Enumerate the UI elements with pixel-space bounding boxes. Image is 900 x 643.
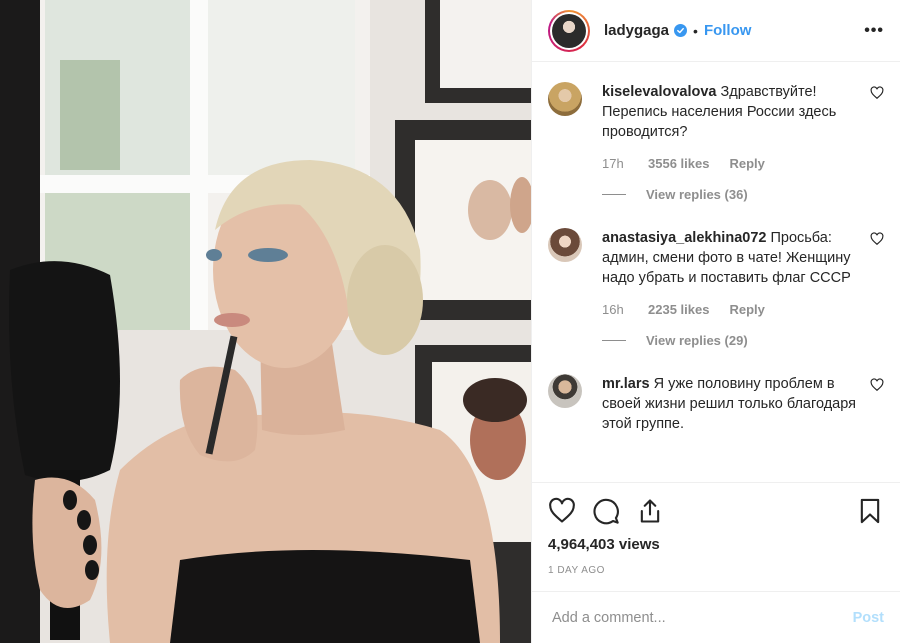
author-username[interactable]: ladygaga bbox=[604, 22, 669, 39]
view-replies-button[interactable]: View replies (36) bbox=[602, 187, 858, 202]
comments-list[interactable]: kiselevalovalova Здравствуйте! Перепись н… bbox=[532, 62, 900, 464]
reply-button[interactable]: Reply bbox=[729, 302, 764, 317]
commenter-avatar[interactable] bbox=[548, 374, 582, 408]
comment-body: kiselevalovalova Здравствуйте! Перепись н… bbox=[602, 82, 884, 202]
view-replies-button[interactable]: View replies (29) bbox=[602, 333, 858, 348]
comment-heart-icon[interactable] bbox=[870, 378, 884, 392]
comment-item: kiselevalovalova Здравствуйте! Перепись н… bbox=[548, 82, 884, 202]
comment-time[interactable]: 16h bbox=[602, 302, 648, 317]
commenter-username[interactable]: mr.lars bbox=[602, 376, 650, 392]
post-button[interactable]: Post bbox=[853, 610, 884, 626]
comment-icon[interactable] bbox=[592, 497, 620, 525]
replies-line bbox=[602, 340, 626, 341]
separator-dot: • bbox=[693, 22, 698, 39]
view-count[interactable]: 4,964,403 views bbox=[532, 536, 900, 553]
comment-heart-icon[interactable] bbox=[870, 232, 884, 246]
share-icon[interactable] bbox=[636, 497, 664, 525]
comment-meta: 17h 3556 likes Reply bbox=[602, 156, 858, 171]
commenter-username[interactable]: anastasiya_alekhina072 bbox=[602, 230, 766, 246]
view-replies-label: View replies (29) bbox=[646, 333, 748, 348]
verified-badge-icon bbox=[674, 24, 688, 37]
replies-line bbox=[602, 194, 626, 195]
comment-composer: Post bbox=[532, 591, 900, 643]
follow-button[interactable]: Follow bbox=[704, 22, 752, 39]
view-replies-label: View replies (36) bbox=[646, 187, 748, 202]
comment-text: kiselevalovalova Здравствуйте! Перепись н… bbox=[602, 82, 858, 142]
avatar-image bbox=[552, 13, 586, 48]
comment-body: mr.lars Я уже половину проблем в своей жи… bbox=[602, 374, 884, 434]
commenter-avatar[interactable] bbox=[548, 82, 582, 116]
action-bar bbox=[532, 483, 900, 539]
reply-button[interactable]: Reply bbox=[729, 156, 764, 171]
commenter-avatar[interactable] bbox=[548, 228, 582, 262]
comment-time[interactable]: 17h bbox=[602, 156, 648, 171]
author-avatar[interactable] bbox=[548, 9, 590, 52]
comment-heart-icon[interactable] bbox=[870, 86, 884, 100]
comment-likes[interactable]: 3556 likes bbox=[648, 156, 709, 171]
bookmark-icon[interactable] bbox=[856, 497, 884, 525]
comment-text: mr.lars Я уже половину проблем в своей жи… bbox=[602, 374, 858, 434]
comment-likes[interactable]: 2235 likes bbox=[648, 302, 709, 317]
heart-icon[interactable] bbox=[548, 497, 576, 525]
video-frame bbox=[0, 0, 531, 643]
post-side-panel: ladygaga • Follow ••• kiselevalovalova Зд… bbox=[531, 0, 900, 643]
commenter-username[interactable]: kiselevalovalova bbox=[602, 84, 716, 100]
post-media-video[interactable] bbox=[0, 0, 531, 643]
comment-item: mr.lars Я уже половину проблем в своей жи… bbox=[548, 374, 884, 434]
avatar-inner bbox=[550, 11, 588, 50]
comment-item: anastasiya_alekhina072 Просьба: админ, см… bbox=[548, 228, 884, 348]
comment-text: anastasiya_alekhina072 Просьба: админ, см… bbox=[602, 228, 858, 288]
comment-input[interactable] bbox=[552, 609, 853, 626]
post-actions-area: 4,964,403 views 1 DAY AGO bbox=[532, 482, 900, 576]
comment-body: anastasiya_alekhina072 Просьба: админ, см… bbox=[602, 228, 884, 348]
more-icon[interactable]: ••• bbox=[864, 22, 884, 40]
comment-meta: 16h 2235 likes Reply bbox=[602, 302, 858, 317]
post-header: ladygaga • Follow ••• bbox=[532, 0, 900, 62]
post-timestamp[interactable]: 1 DAY AGO bbox=[532, 565, 900, 576]
